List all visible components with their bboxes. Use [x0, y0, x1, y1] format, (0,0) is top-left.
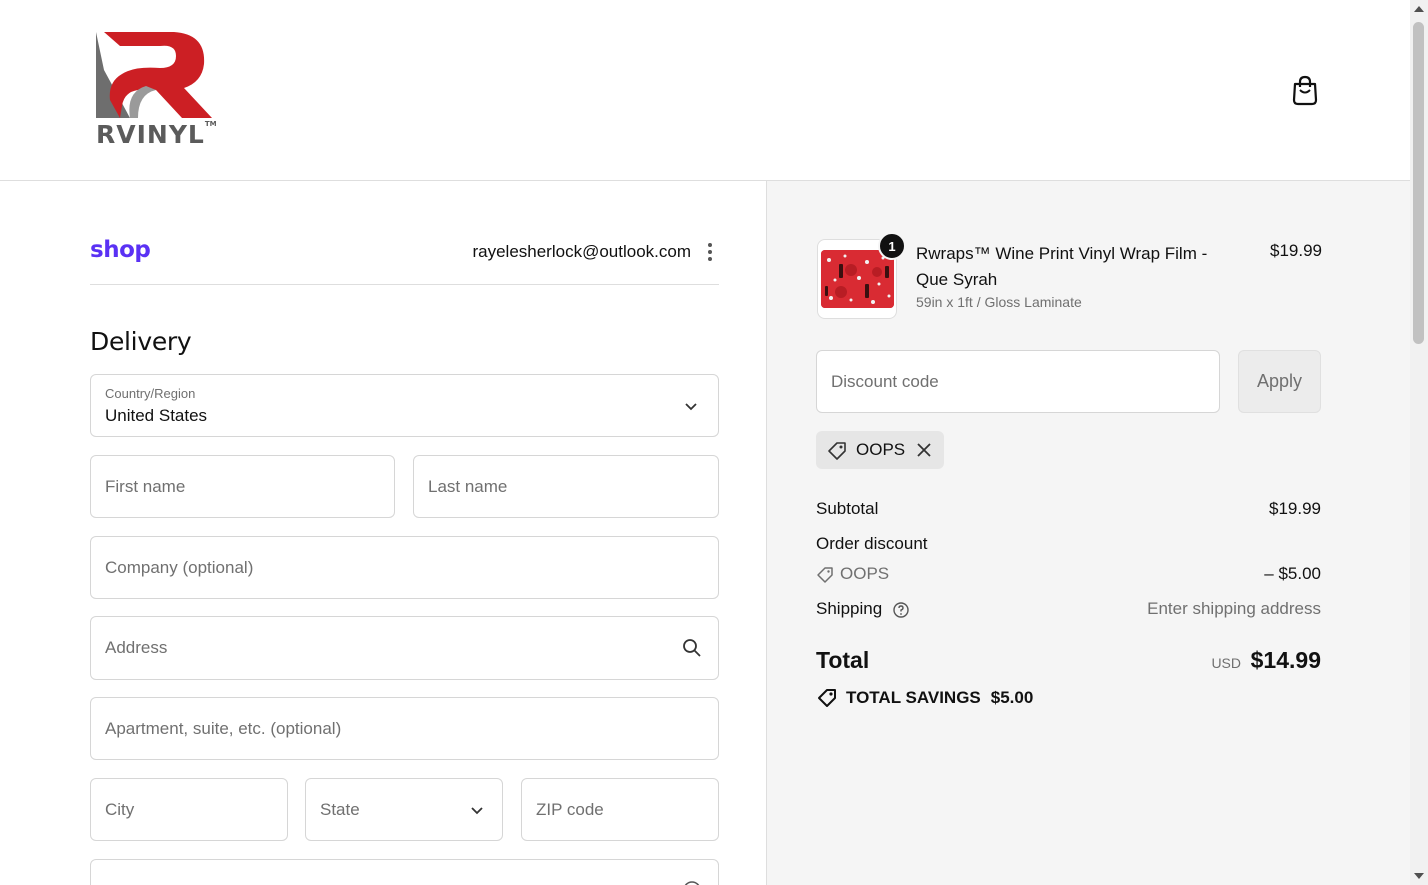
tag-icon — [828, 442, 846, 460]
discount-value: – $5.00 — [1264, 564, 1321, 583]
help-circle-icon[interactable] — [892, 601, 910, 619]
rvinyl-logo[interactable]: RVINYLTM — [90, 30, 218, 152]
tag-icon — [817, 567, 833, 583]
quantity-badge: 1 — [878, 232, 906, 260]
zip-placeholder: ZIP code — [536, 799, 604, 819]
shop-pay-logo: shop — [90, 237, 151, 263]
shipping-value: Enter shipping address — [1147, 599, 1321, 618]
subtotal-value: $19.99 — [1269, 499, 1321, 518]
zip-field[interactable]: ZIP code — [521, 778, 719, 841]
shopping-bag-icon — [1292, 75, 1318, 106]
rvinyl-logo-mark — [96, 32, 212, 118]
subtotal-row: Subtotal $19.99 — [816, 499, 1321, 519]
scrollbar-thumb[interactable] — [1413, 22, 1424, 344]
product-price: $19.99 — [1270, 241, 1322, 260]
scroll-down-arrow-icon[interactable] — [1414, 873, 1424, 879]
product-image — [821, 250, 894, 308]
close-icon[interactable] — [915, 441, 933, 459]
shipping-row: Shipping Enter shipping address — [816, 599, 1321, 619]
order-summary-panel: 1 Rwraps™ Wine Print Vinyl Wrap Film - Q… — [766, 181, 1410, 885]
apartment-placeholder: Apartment, suite, etc. (optional) — [105, 718, 342, 738]
order-discount-row: Order discount — [816, 534, 1321, 554]
product-variant: 59in x 1ft / Gloss Laminate — [916, 294, 1082, 310]
savings-value: $5.00 — [990, 688, 1034, 707]
cart-line-item: 1 Rwraps™ Wine Print Vinyl Wrap Film - Q… — [817, 232, 1322, 321]
applied-discount-chip: OOPS — [816, 431, 944, 469]
cart-button[interactable] — [1290, 74, 1320, 106]
order-discount-label: Order discount — [816, 534, 928, 553]
shop-account-row: shop rayelesherlock@outlook.com — [90, 237, 719, 285]
country-value: United States — [105, 406, 208, 425]
country-select[interactable]: Country/Region United States — [90, 374, 719, 437]
total-row: Total USD $14.99 — [816, 647, 1321, 674]
help-circle-icon[interactable] — [682, 880, 702, 885]
address-field[interactable]: Address — [90, 616, 719, 680]
company-placeholder: Company (optional) — [105, 557, 254, 577]
state-select[interactable]: State — [305, 778, 503, 841]
chevron-down-icon — [685, 402, 697, 410]
page-scrollbar[interactable] — [1410, 0, 1428, 885]
last-name-placeholder: Last name — [428, 476, 508, 496]
first-name-placeholder: First name — [105, 476, 186, 496]
applied-discount-code: OOPS — [856, 440, 906, 459]
apartment-field[interactable]: Apartment, suite, etc. (optional) — [90, 697, 719, 760]
apply-discount-button[interactable]: Apply — [1238, 350, 1321, 413]
total-label: Total — [816, 647, 870, 673]
total-currency: USD — [1211, 655, 1241, 671]
city-placeholder: City — [105, 799, 135, 819]
country-label: Country/Region — [105, 386, 196, 401]
chevron-down-icon — [471, 806, 483, 814]
account-email: rayelesherlock@outlook.com — [472, 242, 691, 261]
last-name-field[interactable]: Last name — [413, 455, 719, 518]
total-savings: TOTAL SAVINGS $5.00 — [816, 687, 1033, 709]
city-field[interactable]: City — [90, 778, 288, 841]
discount-detail-row: OOPS – $5.00 — [816, 564, 1321, 584]
product-thumbnail: 1 — [817, 232, 906, 319]
checkout-form-panel: shop rayelesherlock@outlook.com Delivery… — [0, 181, 766, 885]
address-placeholder: Address — [105, 638, 168, 657]
scroll-up-arrow-icon[interactable] — [1414, 6, 1424, 12]
total-value: $14.99 — [1250, 647, 1321, 673]
discount-code-label: OOPS — [840, 564, 890, 583]
search-icon — [683, 639, 701, 657]
discount-placeholder: Discount code — [831, 371, 939, 391]
discount-code-input[interactable]: Discount code — [816, 350, 1220, 413]
phone-field[interactable] — [90, 859, 719, 885]
subtotal-label: Subtotal — [816, 499, 879, 518]
savings-label: TOTAL SAVINGS — [846, 688, 981, 707]
state-placeholder: State — [320, 799, 360, 819]
site-header: RVINYLTM — [0, 0, 1410, 181]
kebab-menu-icon[interactable] — [705, 243, 715, 263]
shipping-label: Shipping — [816, 599, 883, 618]
tag-icon — [818, 689, 836, 707]
company-field[interactable]: Company (optional) — [90, 536, 719, 599]
delivery-heading: Delivery — [90, 327, 192, 356]
first-name-field[interactable]: First name — [90, 455, 395, 518]
logo-text: RVINYLTM — [96, 120, 217, 149]
product-title: Rwraps™ Wine Print Vinyl Wrap Film - Que… — [916, 244, 1208, 289]
